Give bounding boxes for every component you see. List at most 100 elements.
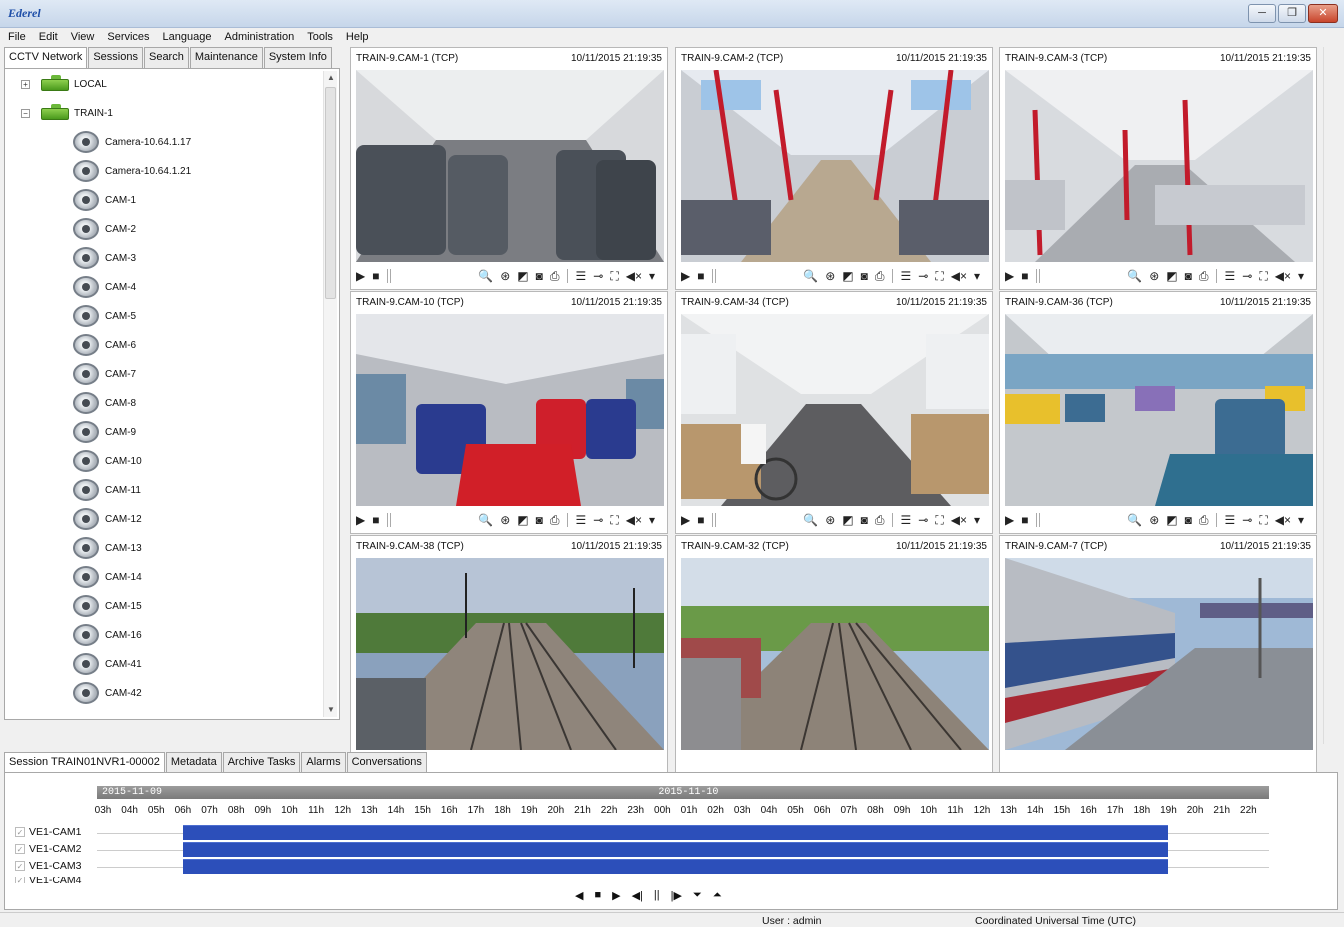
- expand-icon[interactable]: +: [21, 80, 30, 89]
- camera-checkbox[interactable]: ✓: [15, 844, 25, 854]
- print-icon[interactable]: ⎙: [875, 513, 885, 528]
- rewind-button[interactable]: ◀: [575, 889, 583, 902]
- recording-segment[interactable]: [182, 825, 1169, 840]
- more-icon[interactable]: ▾: [649, 513, 655, 527]
- tree-node-train-1[interactable]: − TRAIN-1: [21, 100, 113, 126]
- tree-node-local[interactable]: + LOCAL: [21, 71, 107, 97]
- tree-node-camera[interactable]: CAM-41: [73, 651, 142, 677]
- print-icon[interactable]: ⎙: [550, 269, 560, 284]
- tab-system-info[interactable]: System Info: [263, 47, 332, 68]
- video-tile[interactable]: TRAIN-9.CAM-1 (TCP) 10/11/2015 21:19:35 ▶ ■…: [350, 47, 668, 290]
- fit-icon[interactable]: ⛶: [935, 513, 943, 528]
- tree-node-camera[interactable]: CAM-7: [73, 361, 136, 387]
- video-grid-scrollbar[interactable]: [1323, 47, 1337, 744]
- list-icon[interactable]: ☰: [1224, 269, 1235, 283]
- recording-segment[interactable]: [182, 842, 1169, 857]
- mute-icon[interactable]: ◀×: [1275, 513, 1291, 527]
- tree-node-camera[interactable]: CAM-8: [73, 390, 136, 416]
- mute-icon[interactable]: ◀×: [626, 513, 642, 527]
- video-feed[interactable]: [1005, 314, 1313, 506]
- video-tile[interactable]: TRAIN-9.CAM-36 (TCP) 10/11/2015 21:19:35 ▶…: [999, 291, 1317, 534]
- tree-node-camera[interactable]: CAM-12: [73, 506, 142, 532]
- step-forward-button[interactable]: |▶: [671, 889, 682, 902]
- zoom-icon[interactable]: 🔍: [803, 513, 818, 527]
- list-icon[interactable]: ☰: [900, 269, 911, 283]
- ptz-icon[interactable]: ⊛: [1149, 513, 1159, 527]
- list-icon[interactable]: ☰: [575, 269, 586, 283]
- link-icon[interactable]: ⊸: [918, 269, 928, 283]
- draw-icon[interactable]: ◩: [842, 269, 853, 283]
- play-button[interactable]: ▶: [612, 889, 620, 902]
- print-icon[interactable]: ⎙: [875, 269, 885, 284]
- step-back-button[interactable]: ◀|: [632, 889, 643, 902]
- play-icon[interactable]: ▶: [356, 269, 365, 283]
- video-feed[interactable]: [356, 70, 664, 262]
- print-icon[interactable]: ⎙: [550, 513, 560, 528]
- zoom-icon[interactable]: 🔍: [1127, 513, 1142, 527]
- tree-node-camera[interactable]: Camera-10.64.1.17: [73, 129, 191, 155]
- mute-icon[interactable]: ◀×: [951, 513, 967, 527]
- stop-icon[interactable]: ■: [1021, 269, 1028, 283]
- snapshot-icon[interactable]: ◙: [536, 269, 543, 283]
- tree-node-camera[interactable]: CAM-1: [73, 187, 136, 213]
- tab-metadata[interactable]: Metadata: [165, 752, 222, 773]
- scroll-down-icon[interactable]: ▼: [324, 703, 338, 717]
- slower-button[interactable]: ⏷: [693, 889, 702, 902]
- menu-administration[interactable]: Administration: [225, 31, 295, 43]
- play-icon[interactable]: ▶: [681, 269, 690, 283]
- tree-node-camera[interactable]: CAM-10: [73, 448, 142, 474]
- pause-button[interactable]: ||: [654, 889, 660, 902]
- tree-node-camera[interactable]: CAM-6: [73, 332, 136, 358]
- list-icon[interactable]: ☰: [575, 513, 586, 527]
- video-tile[interactable]: TRAIN-9.CAM-32 (TCP) 10/11/2015 21:19:35: [675, 535, 993, 778]
- stop-icon[interactable]: ■: [372, 513, 379, 527]
- ptz-icon[interactable]: ⊛: [500, 269, 510, 283]
- fit-icon[interactable]: ⛶: [1259, 513, 1267, 528]
- video-tile[interactable]: TRAIN-9.CAM-38 (TCP) 10/11/2015 21:19:35: [350, 535, 668, 778]
- mute-icon[interactable]: ◀×: [951, 269, 967, 283]
- more-icon[interactable]: ▾: [1298, 513, 1304, 527]
- zoom-icon[interactable]: 🔍: [478, 269, 493, 283]
- tree-node-camera[interactable]: CAM-16: [73, 622, 142, 648]
- stop-icon[interactable]: ■: [697, 269, 704, 283]
- minimize-button[interactable]: ─: [1248, 4, 1276, 23]
- play-icon[interactable]: ▶: [681, 513, 690, 527]
- stop-button[interactable]: ■: [594, 889, 601, 902]
- stop-icon[interactable]: ■: [372, 269, 379, 283]
- tab-conversations[interactable]: Conversations: [346, 752, 427, 773]
- camera-checkbox[interactable]: ✓: [15, 827, 25, 837]
- ptz-icon[interactable]: ⊛: [1149, 269, 1159, 283]
- menu-view[interactable]: View: [71, 31, 95, 43]
- print-icon[interactable]: ⎙: [1199, 269, 1209, 284]
- draw-icon[interactable]: ◩: [517, 269, 528, 283]
- video-tile[interactable]: TRAIN-9.CAM-3 (TCP) 10/11/2015 21:19:35 ▶ ■…: [999, 47, 1317, 290]
- video-tile[interactable]: TRAIN-9.CAM-34 (TCP) 10/11/2015 21:19:35 ▶…: [675, 291, 993, 534]
- scroll-thumb[interactable]: [325, 87, 336, 299]
- zoom-icon[interactable]: 🔍: [478, 513, 493, 527]
- tab-archive-tasks[interactable]: Archive Tasks: [222, 752, 301, 773]
- close-button[interactable]: ✕: [1308, 4, 1338, 23]
- timeline-camera-row[interactable]: ✓ VE1-CAM4: [15, 877, 82, 883]
- fit-icon[interactable]: ⛶: [935, 269, 943, 284]
- link-icon[interactable]: ⊸: [593, 513, 603, 527]
- print-icon[interactable]: ⎙: [1199, 513, 1209, 528]
- scroll-up-icon[interactable]: ▲: [324, 71, 338, 85]
- maximize-button[interactable]: ❐: [1278, 4, 1306, 23]
- draw-icon[interactable]: ◩: [517, 513, 528, 527]
- tab-search[interactable]: Search: [143, 47, 189, 68]
- play-icon[interactable]: ▶: [1005, 513, 1014, 527]
- tree-node-camera[interactable]: CAM-4: [73, 274, 136, 300]
- list-icon[interactable]: ☰: [900, 513, 911, 527]
- more-icon[interactable]: ▾: [649, 269, 655, 283]
- menu-file[interactable]: File: [8, 31, 26, 43]
- tree-node-camera[interactable]: CAM-3: [73, 245, 136, 271]
- mute-icon[interactable]: ◀×: [626, 269, 642, 283]
- timeline-camera-row[interactable]: ✓ VE1-CAM1: [15, 826, 82, 838]
- ptz-icon[interactable]: ⊛: [500, 513, 510, 527]
- tab-cctv-network[interactable]: CCTV Network: [4, 47, 88, 69]
- link-icon[interactable]: ⊸: [1242, 269, 1252, 283]
- video-tile[interactable]: TRAIN-9.CAM-10 (TCP) 10/11/2015 21:19:35 ▶…: [350, 291, 668, 534]
- video-feed[interactable]: [681, 314, 989, 506]
- video-feed[interactable]: [681, 558, 989, 750]
- fit-icon[interactable]: ⛶: [1259, 269, 1267, 284]
